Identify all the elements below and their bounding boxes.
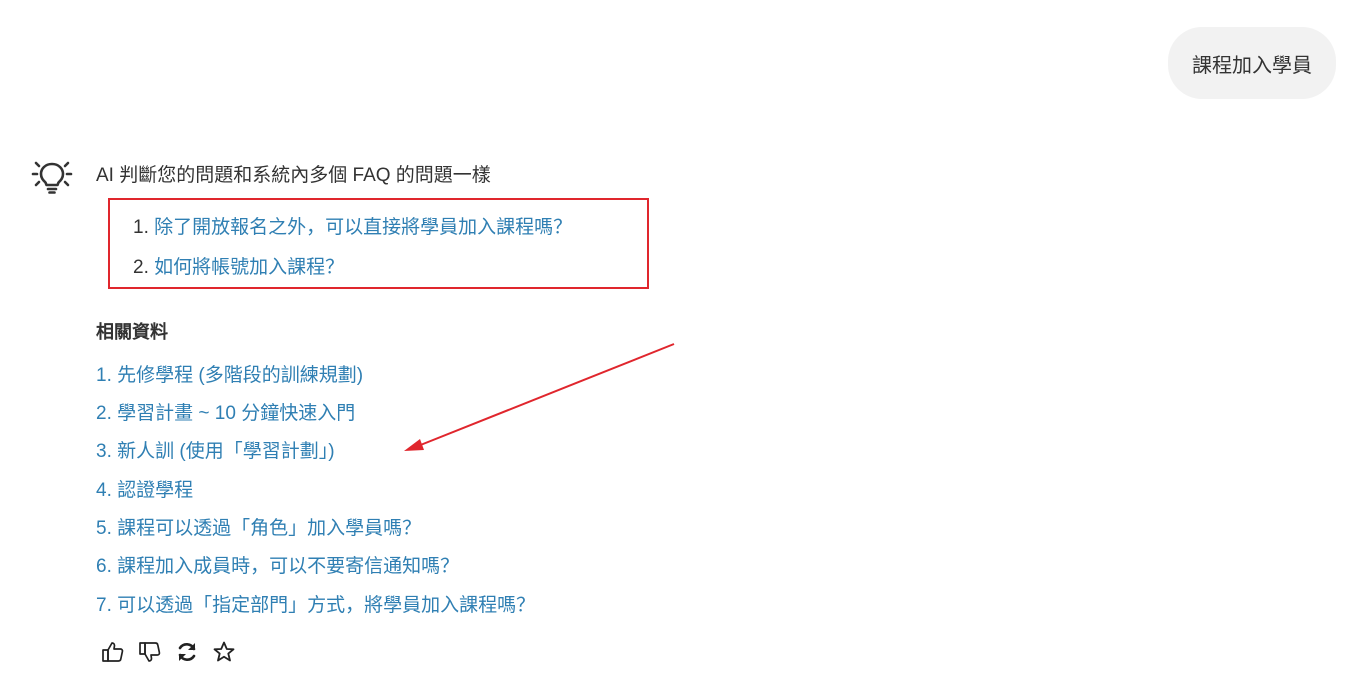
related-link[interactable]: 3. 新人訓 (使用「學習計劃」) [96, 440, 335, 464]
chat-page: 課程加入學員 AI 判斷您的問題和系統內多個 FAQ 的問題一樣 1. 除了開放… [0, 0, 1368, 694]
related-title: 相關資料 [96, 322, 168, 342]
related-link[interactable]: 6. 課程加入成員時，可以不要寄信通知嗎？ [96, 555, 459, 579]
related-link[interactable]: 7. 可以透過「指定部門」方式，將學員加入課程嗎？ [96, 594, 535, 618]
user-message-bubble: 課程加入學員 [1168, 27, 1336, 99]
faq-highlight-box: 1. 除了開放報名之外，可以直接將學員加入課程嗎？ 2. 如何將帳號加入課程？ [108, 198, 649, 289]
related-link[interactable]: 2. 學習計畫 ~ 10 分鐘快速入門 [96, 402, 355, 426]
faq-item[interactable]: 1. 除了開放報名之外，可以直接將學員加入課程嗎？ [133, 216, 572, 240]
faq-item-link[interactable]: 除了開放報名之外，可以直接將學員加入課程嗎？ [154, 217, 572, 238]
message-actions [100, 638, 236, 665]
thumbs-up-icon[interactable] [100, 638, 125, 665]
annotation-arrow [404, 343, 675, 451]
thumbs-down-icon[interactable] [137, 638, 162, 665]
faq-item-link[interactable]: 如何將帳號加入課程？ [154, 257, 344, 278]
lightbulb-icon [31, 161, 73, 194]
user-message-text: 課程加入學員 [1192, 54, 1312, 77]
related-link[interactable]: 1. 先修學程 (多階段的訓練規劃) [96, 364, 363, 388]
related-link[interactable]: 5. 課程可以透過「角色」加入學員嗎？ [96, 517, 421, 541]
faq-item[interactable]: 2. 如何將帳號加入課程？ [133, 256, 344, 280]
faq-item-number: 1. [133, 217, 149, 238]
star-icon[interactable] [211, 638, 236, 665]
refresh-icon[interactable] [174, 638, 199, 665]
related-link[interactable]: 4. 認證學程 [96, 479, 193, 503]
faq-item-number: 2. [133, 257, 149, 278]
ai-intro-text: AI 判斷您的問題和系統內多個 FAQ 的問題一樣 [96, 165, 491, 186]
